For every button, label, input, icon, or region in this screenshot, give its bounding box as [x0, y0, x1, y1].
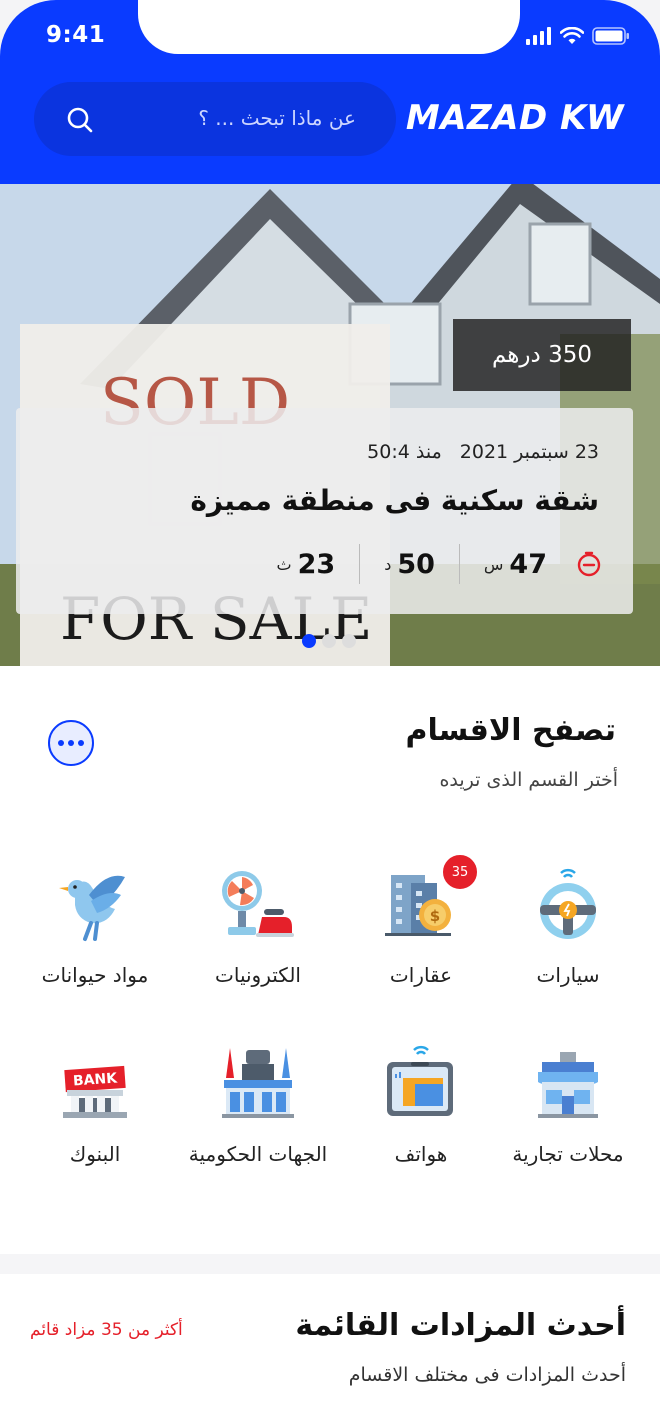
search-bar[interactable]	[34, 82, 396, 156]
category-label: الجهات الحكومية	[188, 1142, 328, 1166]
countdown-timer: 47 س 50 د 23 ث	[253, 544, 603, 584]
category-label: سيارات	[536, 963, 600, 987]
timer-icon	[577, 551, 601, 577]
countdown-hours: 47 س	[460, 544, 571, 584]
category-label: هواتف	[394, 1142, 448, 1166]
latest-auctions-count-link[interactable]: أكثر من 35 مزاد قائم	[30, 1320, 183, 1340]
category-cars[interactable]: سيارات	[483, 865, 653, 987]
bank-icon: BANK	[55, 1044, 135, 1124]
categories-title: تصفح الاقسام	[405, 713, 616, 748]
bird-icon	[55, 865, 135, 945]
auction-meta: 23 سبتمبر 2021 منذ 50:4	[367, 441, 599, 463]
countdown-minutes: 50 د	[360, 544, 460, 584]
building-icon: $ 35	[381, 853, 479, 945]
seconds-value: 23	[297, 548, 336, 580]
more-dot	[68, 740, 74, 746]
government-icon	[218, 1044, 298, 1124]
search-icon[interactable]	[66, 106, 94, 134]
status-time: 9:41	[46, 22, 106, 48]
seconds-unit: ث	[276, 554, 292, 574]
brand-logo: MAZAD KW	[405, 98, 624, 138]
appliances-icon	[218, 865, 298, 945]
bank-sign: BANK	[73, 1070, 119, 1089]
carousel-dot[interactable]	[322, 634, 336, 648]
category-label: مواد حيوانات	[41, 963, 149, 987]
category-real-estate[interactable]: $ 35 عقارات	[336, 853, 506, 987]
auction-date: 23 سبتمبر 2021	[459, 441, 599, 463]
latest-auctions-title: أحدث المزادات القائمة	[295, 1308, 626, 1343]
shop-icon	[528, 1044, 608, 1124]
app-screen: 9:41 MAZAD KW عن ماذا تبحث ... ؟ SOLD FO…	[0, 0, 660, 1425]
hours-value: 47	[509, 548, 547, 580]
category-animal-supplies[interactable]: مواد حيوانات	[10, 865, 180, 987]
steering-wheel-icon	[528, 865, 608, 945]
category-electronics[interactable]: الكترونيات	[173, 865, 343, 987]
section-divider	[0, 1254, 660, 1274]
hours-unit: س	[483, 554, 504, 574]
category-label: البنوك	[69, 1142, 121, 1166]
wifi-icon	[560, 27, 584, 44]
auction-title: شقة سكنية فى منطقة مميزة	[190, 484, 599, 517]
app-header: 9:41 MAZAD KW	[0, 0, 660, 184]
more-dot	[58, 740, 64, 746]
carousel-dot[interactable]	[342, 634, 356, 648]
categories-subtitle: أختر القسم الذى تريده	[439, 769, 618, 791]
category-banks[interactable]: BANK البنوك	[10, 1044, 180, 1166]
svg-text:$: $	[430, 907, 440, 925]
status-icons	[526, 24, 630, 48]
category-shops[interactable]: محلات تجارية	[483, 1044, 653, 1166]
minutes-value: 50	[397, 548, 435, 580]
phone-icon	[381, 1044, 461, 1124]
carousel-dots	[302, 634, 356, 648]
minutes-unit: د	[384, 554, 392, 574]
signal-icon	[526, 27, 551, 45]
category-government[interactable]: الجهات الحكومية	[173, 1044, 343, 1166]
hero-banner[interactable]: SOLD FOR SALE 350 درهم 23 سبتمبر 2021 من…	[0, 184, 660, 666]
carousel-dot[interactable]	[302, 634, 316, 648]
battery-icon	[592, 27, 629, 45]
category-label: محلات تجارية	[512, 1142, 624, 1166]
price-tag: 350 درهم	[453, 319, 631, 391]
auction-since: منذ 50:4	[367, 441, 442, 463]
search-input[interactable]	[126, 106, 356, 130]
category-count-badge: 35	[441, 853, 479, 891]
category-label: عقارات	[389, 963, 453, 987]
auction-card[interactable]: 23 سبتمبر 2021 منذ 50:4 شقة سكنية فى منط…	[16, 408, 633, 614]
countdown-seconds: 23 ث	[253, 544, 361, 584]
category-phones[interactable]: هواتف	[336, 1044, 506, 1166]
device-notch	[138, 0, 520, 54]
latest-auctions-subtitle: أحدث المزادات فى مختلف الاقسام	[348, 1364, 626, 1386]
category-label: الكترونيات	[215, 963, 301, 987]
more-dot	[78, 740, 84, 746]
more-categories-button[interactable]	[48, 720, 94, 766]
